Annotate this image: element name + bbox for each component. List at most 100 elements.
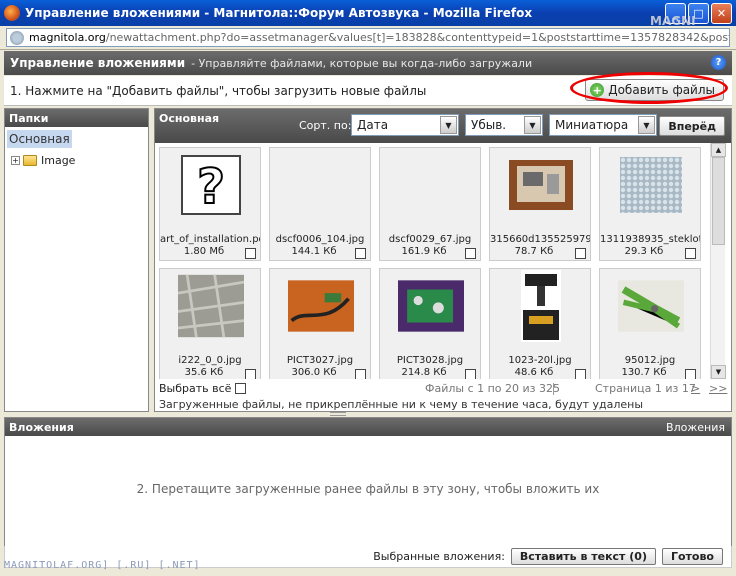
files-scrollbar[interactable]: ▲ ▼: [710, 143, 726, 379]
page-title: Управление вложениями: [10, 56, 186, 70]
expand-icon[interactable]: +: [11, 156, 20, 165]
folders-panel: Папки Основная + Image: [4, 108, 149, 412]
file-name: 95012.jpg: [624, 355, 676, 366]
attachments-panel: Вложения Вложения 2. Перетащите загружен…: [4, 417, 732, 547]
scroll-up-button[interactable]: ▲: [711, 143, 726, 157]
url-field[interactable]: magnitola.org/newattachment.php?do=asset…: [6, 28, 730, 47]
file-select-checkbox[interactable]: [575, 248, 586, 259]
watermark-bottom: MAGNITOLAF.ORG] [.RU] [.NET]: [4, 560, 201, 571]
insert-inline-button[interactable]: Вставить в текст (0): [510, 548, 656, 565]
go-button[interactable]: Вперёд: [659, 116, 725, 136]
file-select-checkbox[interactable]: [465, 369, 476, 379]
help-icon[interactable]: ?: [711, 55, 726, 70]
file-thumbnail: [288, 275, 354, 337]
folder-image[interactable]: + Image: [11, 154, 148, 167]
file-select-checkbox[interactable]: [355, 369, 366, 379]
view-mode-select[interactable]: Миниатюра ▼: [549, 114, 657, 136]
scroll-thumb[interactable]: [712, 157, 725, 245]
done-button[interactable]: Готово: [661, 548, 723, 565]
file-name: 315660d1355259797-M: [490, 234, 590, 245]
files-panel-title: Основная: [159, 112, 220, 125]
page-header: Управление вложениями - Управляйте файла…: [4, 51, 732, 75]
file-select-checkbox[interactable]: [245, 369, 256, 379]
file-tile[interactable]: ? art_of_installation.pdf 1.80 Мб: [159, 147, 261, 261]
file-size: 144.1 Кб: [291, 246, 337, 257]
file-thumbnail: [178, 274, 244, 338]
highlight-oval: [570, 72, 728, 104]
file-select-checkbox[interactable]: [355, 248, 366, 259]
svg-text:?: ?: [197, 159, 225, 215]
file-name: art_of_installation.pdf: [160, 234, 260, 245]
site-icon: [10, 30, 24, 45]
files-grid: ? art_of_installation.pdf 1.80 Мб dscf0006_…: [159, 147, 711, 379]
scroll-down-button[interactable]: ▼: [711, 365, 726, 379]
file-size: 161.9 Кб: [401, 246, 447, 257]
file-name: PICT3027.jpg: [286, 355, 354, 366]
file-select-checkbox[interactable]: [685, 369, 696, 379]
file-tile[interactable]: dscf0029_67.jpg 161.9 Кб: [379, 147, 481, 261]
file-name: 1311938935_steklotkan: [600, 234, 700, 245]
cleanup-note: Загруженные файлы, не прикреплённые ни к…: [159, 398, 644, 411]
file-thumbnail: [508, 154, 574, 216]
sort-field-select[interactable]: Дата ▼: [351, 114, 459, 136]
drop-zone-text: 2. Перетащите загруженные ранее файлы в …: [136, 482, 600, 496]
divider: [553, 383, 554, 395]
chevron-down-icon: ▼: [524, 116, 541, 134]
file-select-checkbox[interactable]: [245, 248, 256, 259]
files-footer: Выбрать всё Файлы с 1 по 20 из 325 Стран…: [155, 381, 731, 411]
folders-header: Папки: [5, 109, 148, 127]
firefox-icon: [4, 5, 20, 21]
file-tile[interactable]: i222_0_0.jpg 35.6 Кб: [159, 268, 261, 379]
window-titlebar: Управление вложениями - Магнитола::Форум…: [0, 0, 736, 26]
sort-order-select[interactable]: Убыв. ▼: [465, 114, 543, 136]
file-tile[interactable]: PICT3027.jpg 306.0 Кб: [269, 268, 371, 379]
attachments-title-right: Вложения: [666, 420, 725, 434]
file-tile[interactable]: 315660d1355259797-M78.7 Кб: [489, 147, 591, 261]
file-name: i222_0_0.jpg: [178, 355, 242, 366]
file-tile[interactable]: 95012.jpg 130.7 Кб: [599, 268, 701, 379]
view-mode-value: Миниатюра: [555, 118, 629, 132]
file-size: 306.0 Кб: [291, 367, 337, 378]
close-button[interactable]: ✕: [711, 2, 732, 24]
attachments-title: Вложения: [9, 420, 74, 434]
file-name: dscf0029_67.jpg: [388, 234, 472, 245]
file-thumbnail: [618, 275, 684, 337]
file-thumbnail: [288, 154, 354, 216]
file-name: dscf0006_104.jpg: [275, 234, 365, 245]
file-tile[interactable]: PICT3028.jpg 214.8 Кб: [379, 268, 481, 379]
files-count: Файлы с 1 по 20 из 325: [425, 382, 561, 395]
file-tile[interactable]: 1311938935_steklotkan29.3 Кб: [599, 147, 701, 261]
next-page-link[interactable]: >: [691, 382, 700, 395]
folder-main[interactable]: Основная: [7, 130, 72, 148]
file-size: 214.8 Кб: [401, 367, 447, 378]
select-all-label: Выбрать всё: [159, 382, 232, 395]
address-bar: magnitola.org/newattachment.php?do=asset…: [0, 26, 736, 50]
files-header: Основная Сорт. по: Дата ▼ Убыв. ▼ Миниат…: [155, 109, 731, 143]
last-page-link[interactable]: >>: [709, 382, 727, 395]
file-thumbnail: ?: [178, 154, 244, 216]
file-thumbnail: [398, 275, 464, 337]
url-path: /newattachment.php?do=assetmanager&value…: [105, 31, 730, 44]
horizontal-splitter[interactable]: [330, 412, 346, 416]
file-thumbnail: [398, 154, 464, 216]
instruction-text: 1. Нажмите на "Добавить файлы", чтобы за…: [10, 83, 427, 98]
file-select-checkbox[interactable]: [575, 369, 586, 379]
folder-icon: [23, 155, 37, 166]
page-info: Страница 1 из 17: [595, 382, 696, 395]
sort-order-value: Убыв.: [471, 118, 507, 132]
select-all-checkbox[interactable]: [235, 383, 246, 394]
file-size: 78.7 Кб: [514, 246, 554, 257]
file-tile[interactable]: dscf0006_104.jpg 144.1 Кб: [269, 147, 371, 261]
file-select-checkbox[interactable]: [465, 248, 476, 259]
files-panel: Основная Сорт. по: Дата ▼ Убыв. ▼ Миниат…: [154, 108, 732, 412]
file-size: 48.6 Кб: [514, 367, 554, 378]
file-tile[interactable]: 1023-20l.jpg 48.6 Кб: [489, 268, 591, 379]
chevron-down-icon: ▼: [440, 116, 457, 134]
chevron-down-icon: ▼: [638, 116, 655, 134]
file-size: 29.3 Кб: [624, 246, 664, 257]
sort-label: Сорт. по:: [299, 119, 352, 132]
upload-instruction: 1. Нажмите на "Добавить файлы", чтобы за…: [4, 72, 732, 106]
file-name: 1023-20l.jpg: [508, 355, 572, 366]
file-select-checkbox[interactable]: [685, 248, 696, 259]
file-name: PICT3028.jpg: [396, 355, 464, 366]
